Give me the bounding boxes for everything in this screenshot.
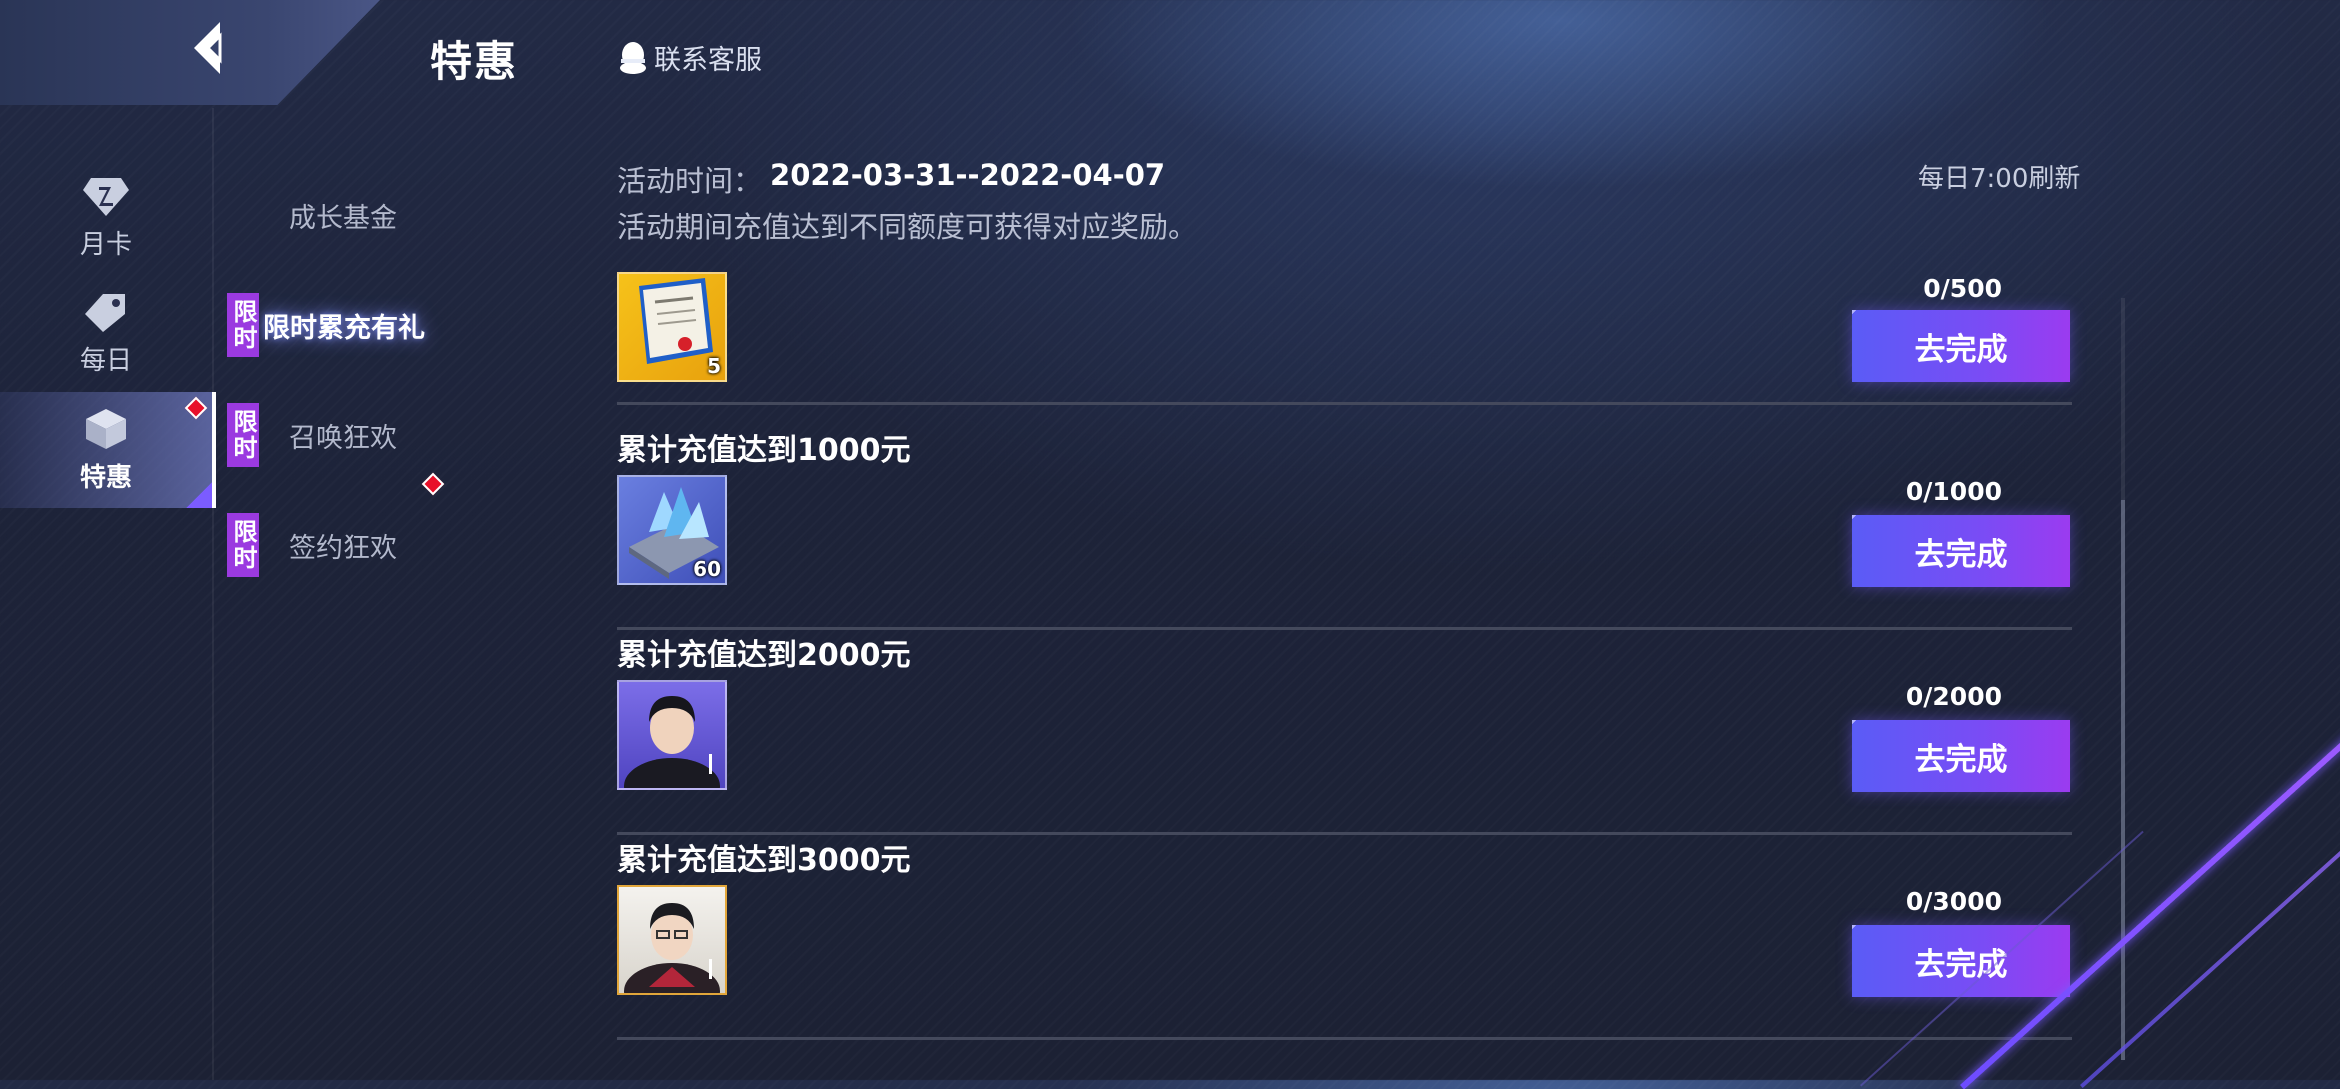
scrollbar-thumb[interactable] [2121,500,2125,1060]
go-complete-label: 去完成 [1914,741,2008,778]
reward-row: 累计充值达到3000元 1 0/3000 去完成 [617,835,2072,1040]
limited-tag: 限时 [227,403,259,467]
activity-time-label: 活动时间： [617,164,763,198]
go-complete-button[interactable]: 去完成 [1852,925,2070,997]
row-divider [617,402,2072,405]
go-complete-button[interactable]: 去完成 [1852,515,2070,587]
tag-icon [85,293,125,332]
cube-icon [86,408,126,449]
sub-nav-item-limited-recharge[interactable]: 限时 限时累充有礼 [225,270,485,380]
refresh-note: 每日7:00刷新 [1918,164,2081,194]
certificate-icon[interactable]: 5 [617,272,727,382]
sub-nav-item-growth-fund[interactable]: 成长基金 [225,160,485,270]
row-title: 累计充值达到3000元 [617,843,911,878]
reward-row: 5 0/500 去完成 [617,198,2072,405]
sub-nav: 成长基金 限时 限时累充有礼 限时 召唤狂欢 限时 签约狂欢 [225,160,485,600]
progress-text: 0/2000 [1905,682,2002,711]
activity-time-value: 2022-03-31--2022-04-07 [770,158,1166,192]
qq-penguin-icon [620,41,646,74]
main-nav-item-monthly-card[interactable]: 月卡 [0,160,212,276]
reward-row: 累计充值达到2000元 1 0/2000 去完成 [617,630,2072,835]
main-nav-label: 特惠 [79,462,132,493]
go-complete-button[interactable]: 去完成 [1852,310,2070,382]
progress-text: 0/3000 [1905,887,2002,916]
sub-nav-item-contract-carnival[interactable]: 限时 签约狂欢 [225,490,485,600]
crystal-icon[interactable]: 60 [617,475,727,585]
contact-service-label: 联系客服 [654,45,762,76]
item-count: 60 [693,557,721,581]
limited-tag: 限时 [227,513,259,577]
player-portrait-graphic [624,903,720,993]
main-nav-item-daily[interactable]: 每日 [0,276,212,392]
row-title: 累计充值达到1000元 [617,433,911,468]
main-nav-label: 每日 [79,345,132,376]
main-nav-label: 月卡 [79,229,132,260]
chevron-left-icon [194,22,222,74]
progress-text: 0/500 [1923,274,2002,303]
limited-tag: 限时 [227,293,259,357]
progress-text: 0/1000 [1905,477,2002,506]
back-button[interactable] [180,18,240,78]
sub-nav-label: 限时累充有礼 [263,312,425,344]
go-complete-label: 去完成 [1914,946,2008,983]
activity-time: 活动时间： 2022-03-31--2022-04-07 [617,158,1165,200]
player-portrait-icon[interactable]: 1 [617,680,727,790]
item-count: 5 [707,354,721,378]
player-portrait-graphic [624,696,720,788]
notification-badge [184,396,208,420]
reward-row: 累计充值达到1000元 60 0/1000 去完成 [617,425,2072,630]
row-divider [617,1037,2072,1040]
main-nav: 月卡 每日 特惠 [0,160,216,508]
main-nav-item-special-offer[interactable]: 特惠 [0,392,216,508]
contact-service-link[interactable]: 联系客服 [618,38,762,77]
go-complete-button[interactable]: 去完成 [1852,720,2070,792]
go-complete-label: 去完成 [1914,536,2008,573]
sub-nav-label: 召唤狂欢 [289,422,397,454]
diamond-card-icon [83,177,129,216]
sub-nav-item-summon-carnival[interactable]: 限时 召唤狂欢 [225,380,485,496]
sub-nav-label: 成长基金 [289,202,397,234]
decor-streak [2080,790,2340,1088]
row-title: 累计充值达到2000元 [617,638,911,673]
player-portrait-icon[interactable]: 1 [617,885,727,995]
page-title: 特惠 [430,37,519,86]
go-complete-label: 去完成 [1914,331,2008,368]
sub-nav-label: 签约狂欢 [289,532,397,564]
